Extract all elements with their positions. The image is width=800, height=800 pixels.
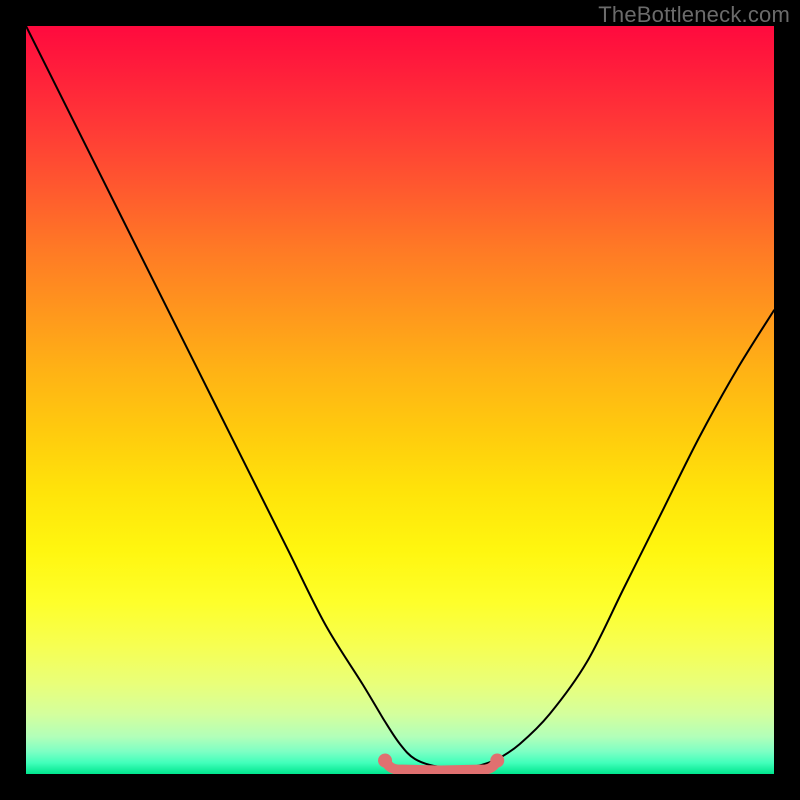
floor-marker [385,761,497,771]
watermark-text: TheBottleneck.com [598,2,790,28]
plot-area [26,26,774,774]
bottleneck-curve [26,26,774,767]
curve-layer [26,26,774,774]
chart-stage: TheBottleneck.com [0,0,800,800]
floor-marker-endpoint-left [378,754,392,768]
floor-marker-endpoint-right [490,754,504,768]
